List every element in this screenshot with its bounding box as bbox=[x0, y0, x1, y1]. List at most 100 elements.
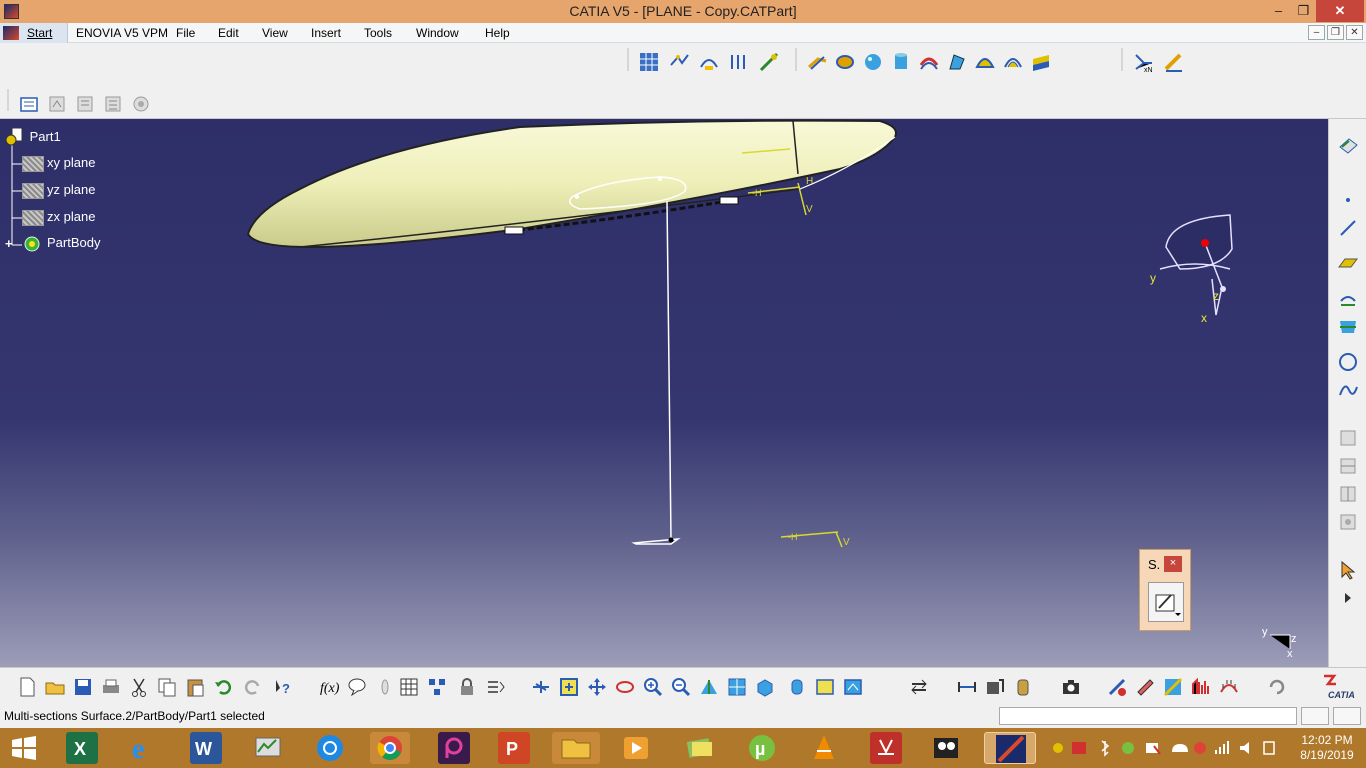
select-pointer-icon[interactable] bbox=[1337, 559, 1359, 581]
axis-system-icon[interactable]: xN bbox=[1132, 51, 1154, 74]
geometric-constraints-icon[interactable] bbox=[728, 51, 750, 73]
cut-icon[interactable] bbox=[128, 676, 150, 698]
vlc-icon[interactable] bbox=[808, 732, 840, 764]
media-player-icon[interactable] bbox=[620, 732, 652, 764]
tree-node-yz-plane[interactable]: yz plane bbox=[22, 182, 97, 199]
extract-icon[interactable] bbox=[1337, 511, 1359, 533]
tree-node-part1[interactable]: Part1 bbox=[4, 127, 63, 148]
open-icon[interactable] bbox=[44, 676, 66, 698]
close-button[interactable]: ✕ bbox=[1316, 0, 1364, 22]
menu-help[interactable]: Help bbox=[485, 26, 510, 40]
start-menu[interactable]: Start bbox=[0, 23, 68, 43]
windows-start-icon[interactable] bbox=[8, 732, 40, 764]
construction-icon[interactable] bbox=[698, 51, 720, 73]
paste-icon[interactable] bbox=[184, 676, 206, 698]
point-icon[interactable] bbox=[1337, 189, 1359, 211]
shape-analysis-icon[interactable] bbox=[1162, 676, 1184, 698]
spline-icon[interactable] bbox=[1337, 379, 1359, 401]
power-input-button[interactable] bbox=[1301, 707, 1329, 725]
task-manager-icon[interactable] bbox=[252, 732, 284, 764]
sketcher-icon[interactable] bbox=[1337, 133, 1359, 155]
split-icon[interactable] bbox=[1337, 455, 1359, 477]
mdi-restore-button[interactable]: ❐ bbox=[1327, 25, 1344, 40]
more-tools-arrow-icon[interactable] bbox=[1337, 587, 1359, 609]
catalog-icon[interactable] bbox=[426, 676, 448, 698]
insert-body-icon[interactable] bbox=[74, 93, 96, 115]
revolve-surface-icon[interactable] bbox=[834, 51, 856, 73]
sphere-icon[interactable] bbox=[862, 51, 884, 73]
camera-app-icon[interactable] bbox=[930, 732, 962, 764]
formula-icon[interactable]: f(x) bbox=[318, 676, 340, 698]
curvature-analysis-icon[interactable] bbox=[1190, 676, 1212, 698]
acrobat-icon[interactable] bbox=[870, 732, 902, 764]
fly-mode-icon[interactable] bbox=[530, 676, 552, 698]
catia-taskbar-icon[interactable] bbox=[984, 732, 1036, 764]
fill-icon[interactable] bbox=[974, 51, 996, 73]
menu-enovia[interactable]: ENOVIA V5 VPM bbox=[76, 26, 168, 40]
lamp-icon[interactable] bbox=[374, 676, 396, 698]
pan-icon[interactable] bbox=[586, 676, 608, 698]
power-input-clear-button[interactable] bbox=[1333, 707, 1361, 725]
snap-point-icon[interactable] bbox=[668, 51, 690, 73]
minimize-button[interactable]: – bbox=[1266, 0, 1291, 22]
word-icon[interactable]: W bbox=[190, 732, 222, 764]
tree-node-partbody[interactable]: + PartBody bbox=[5, 235, 102, 252]
refresh-icon[interactable] bbox=[1266, 676, 1288, 698]
mdi-minimize-button[interactable]: – bbox=[1308, 25, 1325, 40]
porcupine-analysis-icon[interactable] bbox=[1218, 676, 1240, 698]
offset-surface-icon[interactable] bbox=[918, 51, 940, 73]
measure-between-icon[interactable] bbox=[956, 676, 978, 698]
redo-icon[interactable] bbox=[242, 676, 264, 698]
insert-sketch-set-icon[interactable] bbox=[130, 93, 152, 115]
power-input-field[interactable] bbox=[999, 707, 1297, 725]
sweep-icon[interactable] bbox=[946, 51, 968, 73]
multi-view-icon[interactable] bbox=[726, 676, 748, 698]
normal-view-icon[interactable] bbox=[698, 676, 720, 698]
measure-icon[interactable] bbox=[1162, 51, 1184, 73]
part-properties-icon[interactable] bbox=[18, 93, 40, 115]
trim-icon[interactable] bbox=[1337, 483, 1359, 505]
powerpoint-icon[interactable]: P bbox=[498, 732, 530, 764]
zoom-in-icon[interactable] bbox=[642, 676, 664, 698]
insert-geometrical-set-icon[interactable] bbox=[46, 93, 68, 115]
fit-all-in-icon[interactable] bbox=[558, 676, 580, 698]
menu-insert[interactable]: Insert bbox=[311, 26, 341, 40]
capture-camera-icon[interactable] bbox=[1060, 676, 1082, 698]
plane-tool-icon[interactable] bbox=[1337, 251, 1359, 273]
circle-icon[interactable] bbox=[1337, 351, 1359, 373]
rotate-icon[interactable] bbox=[614, 676, 636, 698]
update-all-icon[interactable] bbox=[908, 676, 930, 698]
picsart-icon[interactable] bbox=[438, 732, 470, 764]
measure-inertia-icon[interactable] bbox=[1012, 676, 1034, 698]
menu-tools[interactable]: Tools bbox=[364, 26, 392, 40]
restore-button[interactable]: ❐ bbox=[1291, 0, 1316, 22]
design-table-icon[interactable] bbox=[398, 676, 420, 698]
dimensional-constraints-icon[interactable] bbox=[758, 51, 780, 73]
tree-node-xy-plane[interactable]: xy plane bbox=[22, 155, 97, 172]
taskbar-clock[interactable]: 12:02 PM 8/19/2019 bbox=[1290, 733, 1364, 763]
insert-ordered-set-icon[interactable] bbox=[102, 93, 124, 115]
cylinder-icon[interactable] bbox=[890, 51, 912, 73]
hide-show-icon[interactable] bbox=[814, 676, 836, 698]
apply-material-icon[interactable] bbox=[1106, 676, 1128, 698]
3d-viewport[interactable]: -H H V -H V y z x y z x Part1 xy plane y… bbox=[0, 119, 1328, 667]
parameters-icon[interactable] bbox=[484, 676, 506, 698]
join-icon[interactable] bbox=[1337, 427, 1359, 449]
copy-icon[interactable] bbox=[156, 676, 178, 698]
blend-icon[interactable] bbox=[1030, 51, 1052, 73]
projection-icon[interactable] bbox=[1337, 287, 1359, 309]
swap-visible-space-icon[interactable] bbox=[842, 676, 864, 698]
extrude-surface-icon[interactable] bbox=[806, 51, 828, 73]
knowledge-advisor-icon[interactable] bbox=[346, 676, 368, 698]
new-icon[interactable] bbox=[16, 676, 38, 698]
mdi-close-button[interactable]: ✕ bbox=[1346, 25, 1363, 40]
menu-window[interactable]: Window bbox=[416, 26, 459, 40]
utorrent-icon[interactable]: µ bbox=[746, 732, 778, 764]
intersection-icon[interactable] bbox=[1337, 315, 1359, 337]
save-icon[interactable] bbox=[72, 676, 94, 698]
excel-icon[interactable]: X bbox=[66, 732, 98, 764]
file-explorer-icon[interactable] bbox=[552, 732, 600, 764]
line-icon[interactable] bbox=[1337, 217, 1359, 239]
multi-sections-surface-icon[interactable] bbox=[1002, 51, 1024, 73]
menu-view[interactable]: View bbox=[262, 26, 288, 40]
